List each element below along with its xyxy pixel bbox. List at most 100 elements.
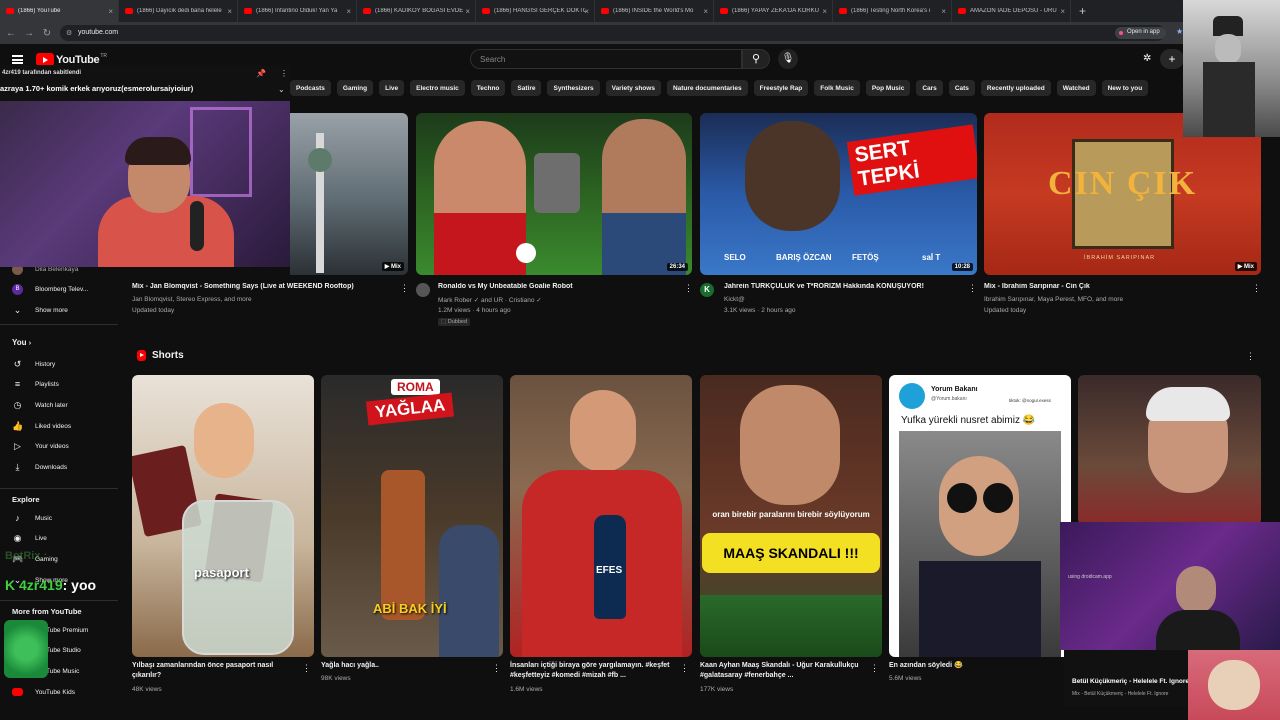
sidebar-you-heading[interactable]: You › <box>12 338 31 347</box>
video-channel-1[interactable]: Jan Blomqvist, Stereo Express, and more <box>132 296 252 303</box>
filter-chip[interactable]: Variety shows <box>605 80 661 96</box>
short-thumbnail-1[interactable]: pasaport <box>132 375 314 657</box>
url-field[interactable]: ⚙ youtube.com <box>60 25 1165 41</box>
filter-chip[interactable]: Podcasts <box>290 80 331 96</box>
video-thumbnail-4[interactable]: CIN ÇIK İBRAHİM SARIPINAR ▶ Mix <box>984 113 1261 275</box>
more-actions-icon[interactable]: ⋮ <box>400 283 409 294</box>
short-title-5[interactable]: En azından söyledi 😂 <box>889 661 1054 671</box>
more-actions-icon[interactable]: ⋮ <box>1246 351 1255 362</box>
sidebar-item[interactable]: YouTube Kids <box>12 685 75 699</box>
close-icon[interactable]: × <box>465 7 470 16</box>
video-channel-3[interactable]: Kickt@ <box>724 296 745 303</box>
sidebar-item[interactable]: ▷ Your videos <box>12 440 69 454</box>
browser-tab[interactable]: AMAZON İADE DEPOSU - ÜRÜ × <box>952 0 1071 22</box>
video-thumbnail-3[interactable]: SERT TEPKİ SELO BARIŞ ÖZCAN FETÖŞ saİ T … <box>700 113 977 275</box>
video-title-3[interactable]: Jahrein TÜRKÇÜLÜK ve T*RÖRİZM Hakkında K… <box>724 283 964 290</box>
more-actions-icon[interactable]: ⋮ <box>680 663 689 674</box>
filter-chip[interactable]: Freestyle Rap <box>753 80 809 96</box>
short-title-1[interactable]: Yılbaşı zamanlarından önce pasaport nası… <box>132 661 297 681</box>
short-thumbnail-3[interactable]: EFES <box>510 375 692 657</box>
filter-chip[interactable]: New to you <box>1101 80 1149 96</box>
forward-icon[interactable]: → <box>22 28 36 39</box>
sidebar-item[interactable]: 👍 Liked videos <box>12 419 71 433</box>
filter-chip[interactable]: Synthesizers <box>547 80 600 96</box>
sidebar-item[interactable]: ♪ Music <box>12 511 52 525</box>
short-title-3[interactable]: İnsanları içtiği biraya göre yargılamayı… <box>510 661 675 681</box>
close-icon[interactable]: × <box>1060 7 1065 16</box>
voice-search-button[interactable]: 🎙 <box>778 49 798 69</box>
pin-icon[interactable]: 📌 <box>256 69 266 78</box>
browser-tab[interactable]: (1866) Testing North Korea's i × <box>833 0 952 22</box>
video-title-2[interactable]: Ronaldo vs My Unbeatable Goalie Robot <box>438 283 678 290</box>
filter-chip[interactable]: Pop Music <box>865 80 911 96</box>
video-thumbnail-2[interactable]: 26:34 <box>416 113 692 275</box>
create-button[interactable]: + <box>1160 49 1184 69</box>
back-icon[interactable]: ← <box>4 28 18 39</box>
new-tab-icon[interactable]: + <box>1079 4 1086 18</box>
video-title-4[interactable]: Mix - İbrahim Sarıpınar - Cin Çık <box>984 283 1244 290</box>
chat-username: 4zr419 <box>19 577 63 593</box>
filter-chip[interactable]: Watched <box>1056 80 1096 96</box>
video-thumbnail-1[interactable]: ▶ Mix <box>290 113 408 275</box>
more-actions-icon[interactable]: ⋮ <box>968 283 977 294</box>
sidebar-item[interactable]: ⤓ Downloads <box>12 461 68 475</box>
sidebar-item[interactable]: ↺ History <box>12 357 56 371</box>
browser-tab[interactable]: (1866) Dayıcık dedi bana helele × <box>119 0 238 22</box>
more-actions-icon[interactable]: ⋮ <box>492 663 501 674</box>
sidebar-item[interactable]: ◷ Watch later <box>12 398 68 412</box>
short-views-4: 177K views <box>700 686 734 693</box>
channel-avatar[interactable]: K <box>700 283 714 297</box>
more-actions-icon[interactable]: ⋮ <box>280 69 288 78</box>
browser-tab[interactable]: (1866) Infantino Olduk! Yan Ya × <box>238 0 357 22</box>
browser-tab[interactable]: (1866) HANGİSİ GERÇEK DOKTOR × <box>476 0 595 22</box>
close-icon[interactable]: × <box>346 7 351 16</box>
video-channel-4[interactable]: İbrahim Sarıpınar, Maya Perest, MFÖ, and… <box>984 296 1123 303</box>
open-in-app-button[interactable]: Open in app <box>1115 27 1166 39</box>
filter-chip[interactable]: Recently uploaded <box>980 80 1051 96</box>
channel-avatar[interactable] <box>416 283 430 297</box>
short-thumbnail-2[interactable]: ROMA YAĞLAA ABİ BAK İYİ <box>321 375 503 657</box>
browser-tab[interactable]: (1866) YAPAY ZEKA'DA KORKU × <box>714 0 833 22</box>
sidebar-item[interactable]: ≡ Playlists <box>12 378 59 392</box>
more-actions-icon[interactable]: ⋮ <box>302 663 311 674</box>
video-channel-2[interactable]: Mark Rober ✓ and UR · Cristiano ✓ <box>438 296 542 304</box>
close-icon[interactable]: × <box>227 7 232 16</box>
filter-chip[interactable]: Folk Music <box>814 80 860 96</box>
search-input[interactable]: Search <box>470 49 742 69</box>
filter-chip[interactable]: Nature documentaries <box>666 80 748 96</box>
more-actions-icon[interactable]: ⋮ <box>684 283 693 294</box>
filter-chip[interactable]: Cats <box>948 80 975 96</box>
filter-chip[interactable]: Cars <box>916 80 943 96</box>
close-icon[interactable]: × <box>941 7 946 16</box>
site-info-icon[interactable]: ⚙ <box>66 29 72 37</box>
short-thumbnail-4[interactable]: oran birebir paralarını birebir söylüyor… <box>700 375 882 657</box>
short-title-4[interactable]: Kaan Ayhan Maaş Skandalı - Uğur Karakull… <box>700 661 865 681</box>
cast-icon[interactable]: ✲ <box>1143 53 1151 64</box>
browser-tab[interactable]: (1866) INSIDE the World's Mo × <box>595 0 714 22</box>
filter-chip[interactable]: Live <box>379 80 405 96</box>
short-title-2[interactable]: Yağla hacı yağla.. <box>321 661 486 671</box>
more-actions-icon[interactable]: ⋮ <box>1252 283 1261 294</box>
close-icon[interactable]: × <box>703 7 708 16</box>
sidebar-show-more[interactable]: ⌄ Show more <box>12 303 68 317</box>
browser-tab[interactable]: (1866) KADIKÖY BOĞASI EVDE × <box>357 0 476 22</box>
video-meta-2: 1.2M views · 4 hours ago <box>438 307 511 314</box>
sidebar-item[interactable]: ◉ Live <box>12 532 47 546</box>
chevron-down-icon[interactable]: ⌄ <box>278 85 285 94</box>
search-button[interactable]: ⚲ <box>742 49 770 69</box>
filter-chip[interactable]: Techno <box>470 80 506 96</box>
more-actions-icon[interactable]: ⋮ <box>870 663 879 674</box>
short-thumbnail-5[interactable]: Yorum Bakanı @Yorum.bakanı tiktok: @nogu… <box>889 375 1071 657</box>
filter-chip[interactable]: Satire <box>511 80 542 96</box>
video-title-1[interactable]: Mix - Jan Blomqvist - Something Says (Li… <box>132 283 392 290</box>
sidebar-sub-bloomberg[interactable]: B Bloomberg Telev... <box>12 282 88 296</box>
close-icon[interactable]: × <box>584 7 589 16</box>
menu-icon[interactable] <box>12 55 23 64</box>
short-thumbnail-6[interactable] <box>1078 375 1261 525</box>
filter-chip[interactable]: Gaming <box>336 80 374 96</box>
close-icon[interactable]: × <box>108 7 113 16</box>
close-icon[interactable]: × <box>822 7 827 16</box>
reload-icon[interactable]: ↻ <box>40 28 54 39</box>
filter-chip[interactable]: Electro music <box>410 80 465 96</box>
browser-tab[interactable]: (1866) YouTube × <box>0 0 119 22</box>
